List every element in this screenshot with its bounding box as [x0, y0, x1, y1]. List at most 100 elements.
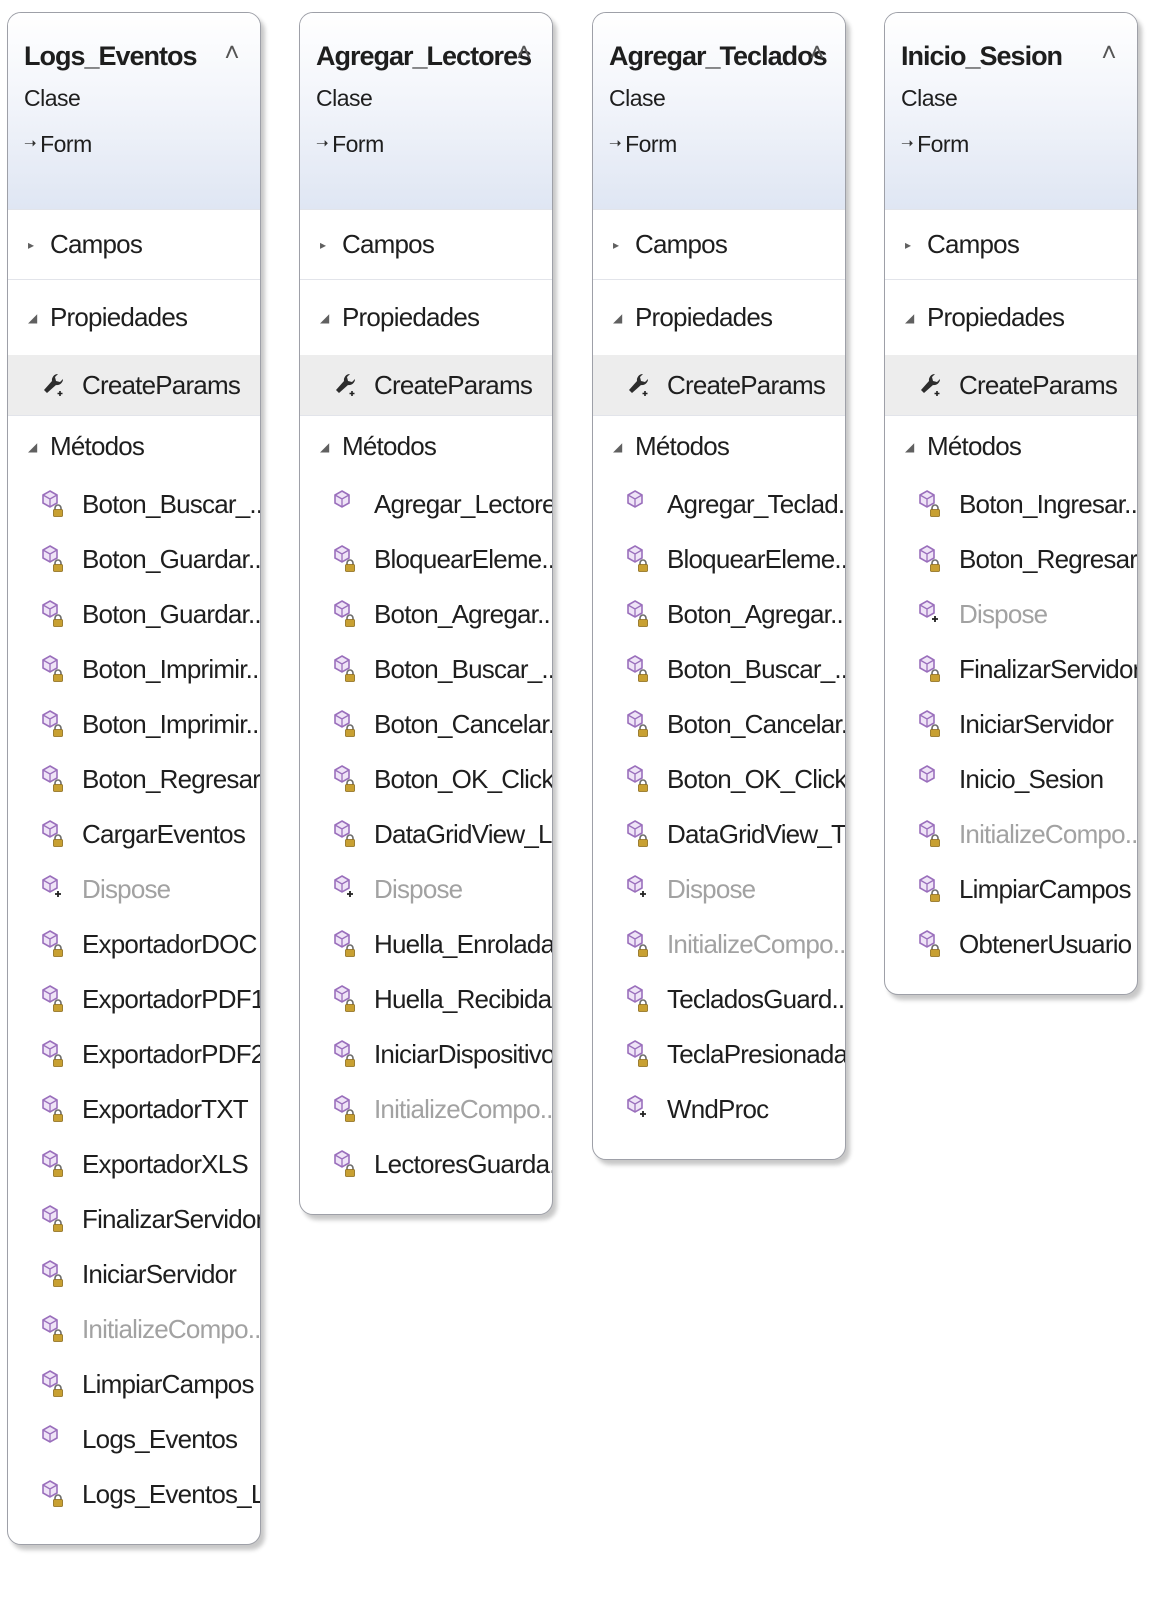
section-label: Propiedades	[50, 302, 188, 332]
method-item-teclapresionada[interactable]: TeclaPresionada	[593, 1027, 845, 1082]
section-label: Campos	[50, 229, 143, 259]
method-item-huella-recibida[interactable]: Huella_Recibida	[300, 972, 552, 1027]
class-card-logs-eventos[interactable]: Logs_Eventos ˄ Clase ➝ Form ▸ Campos ◢ Propiedad…	[7, 12, 261, 1545]
method-item-boton-buscar[interactable]: Boton_Buscar_...	[8, 477, 260, 532]
method-item-datagridview-t[interactable]: DataGridView_T...	[593, 807, 845, 862]
property-item[interactable]: CreateParams	[8, 355, 260, 415]
method-item-boton-ok-click[interactable]: Boton_OK_Click	[300, 752, 552, 807]
method-item-finalizarservidor[interactable]: FinalizarServidor	[885, 642, 1137, 697]
method-item-iniciarservidor[interactable]: IniciarServidor	[8, 1247, 260, 1302]
method-item-lectoresguarda[interactable]: LectoresGuarda...	[300, 1137, 552, 1192]
section-propiedades[interactable]: ◢ Propiedades	[885, 279, 1137, 355]
section-propiedades[interactable]: ◢ Propiedades	[593, 279, 845, 355]
section-campos[interactable]: ▸ Campos	[8, 209, 260, 279]
method-item-boton-cancelar[interactable]: Boton_Cancelar...	[300, 697, 552, 752]
method-label: ExportadorDOC	[82, 929, 257, 959]
method-item-cargareventos[interactable]: CargarEventos	[8, 807, 260, 862]
method-item-limpiarcampos[interactable]: LimpiarCampos	[8, 1357, 260, 1412]
class-header: Agregar_Teclados ˄ Clase ➝ Form	[593, 13, 845, 209]
section-metodos[interactable]: ◢ Métodos	[593, 415, 845, 477]
private-method-icon	[627, 764, 651, 795]
property-item[interactable]: CreateParams	[885, 355, 1137, 415]
class-header: Agregar_Lectores ˄ Clase ➝ Form	[300, 13, 552, 209]
method-item-exportadordoc[interactable]: ExportadorDOC	[8, 917, 260, 972]
method-item-initializecompo[interactable]: InitializeCompo...	[885, 807, 1137, 862]
collapse-chevron-icon[interactable]: ˄	[512, 37, 536, 67]
property-item[interactable]: CreateParams	[593, 355, 845, 415]
method-item-tecladosguard[interactable]: TecladosGuard...	[593, 972, 845, 1027]
method-item-boton-guardar[interactable]: Boton_Guardar...	[8, 587, 260, 642]
method-item-dispose[interactable]: Dispose	[8, 862, 260, 917]
method-item-exportadorxls[interactable]: ExportadorXLS	[8, 1137, 260, 1192]
class-card-agregar-teclados[interactable]: Agregar_Teclados ˄ Clase ➝ Form ▸ Campos ◢ Propi…	[592, 12, 846, 1160]
method-item-boton-guardar[interactable]: Boton_Guardar...	[8, 532, 260, 587]
method-item-iniciardispositivo[interactable]: IniciarDispositivo	[300, 1027, 552, 1082]
method-item-boton-cancelar[interactable]: Boton_Cancelar...	[593, 697, 845, 752]
private-method-icon	[919, 709, 943, 740]
section-metodos[interactable]: ◢ Métodos	[885, 415, 1137, 477]
protected-method-icon	[334, 874, 358, 905]
method-item-exportadorpdf2[interactable]: ExportadorPDF2	[8, 1027, 260, 1082]
private-method-icon	[334, 599, 358, 630]
method-item-boton-buscar[interactable]: Boton_Buscar_...	[593, 642, 845, 697]
private-method-icon	[42, 1039, 66, 1070]
method-item-boton-regresar[interactable]: Boton_Regresar...	[885, 532, 1137, 587]
method-item-boton-agregar[interactable]: Boton_Agregar...	[593, 587, 845, 642]
private-method-icon	[627, 709, 651, 740]
private-method-icon	[334, 1039, 358, 1070]
private-method-icon	[42, 1204, 66, 1235]
method-item-datagridview-l[interactable]: DataGridView_L...	[300, 807, 552, 862]
property-item[interactable]: CreateParams	[300, 355, 552, 415]
collapse-chevron-icon[interactable]: ˄	[1097, 37, 1121, 67]
section-propiedades[interactable]: ◢ Propiedades	[8, 279, 260, 355]
collapse-triangle-icon: ◢	[905, 439, 914, 454]
method-item-logs-eventos-l[interactable]: Logs_Eventos_L...	[8, 1467, 260, 1522]
section-campos[interactable]: ▸ Campos	[300, 209, 552, 279]
method-item-dispose[interactable]: Dispose	[300, 862, 552, 917]
method-item-initializecompo[interactable]: InitializeCompo...	[593, 917, 845, 972]
section-propiedades[interactable]: ◢ Propiedades	[300, 279, 552, 355]
class-card-inicio-sesion[interactable]: Inicio_Sesion ˄ Clase ➝ Form ▸ Campos ◢ Propieda…	[884, 12, 1138, 995]
method-item-bloqueareleme[interactable]: BloquearEleme...	[593, 532, 845, 587]
method-item-obtenerusuario[interactable]: ObtenerUsuario	[885, 917, 1137, 972]
method-item-iniciarservidor[interactable]: IniciarServidor	[885, 697, 1137, 752]
method-item-finalizarservidor[interactable]: FinalizarServidor	[8, 1192, 260, 1247]
method-item-initializecompo[interactable]: InitializeCompo...	[8, 1302, 260, 1357]
method-item-inicio-sesion[interactable]: Inicio_Sesion	[885, 752, 1137, 807]
method-item-agregar-teclad[interactable]: Agregar_Teclad...	[593, 477, 845, 532]
card-footer	[8, 1522, 260, 1544]
private-method-icon	[42, 489, 66, 520]
section-campos[interactable]: ▸ Campos	[593, 209, 845, 279]
class-kind: Clase	[901, 85, 958, 111]
method-item-exportadorpdf1[interactable]: ExportadorPDF1	[8, 972, 260, 1027]
method-label: Boton_Ingresar...	[959, 489, 1138, 519]
method-item-initializecompo[interactable]: InitializeCompo...	[300, 1082, 552, 1137]
method-item-boton-buscar[interactable]: Boton_Buscar_...	[300, 642, 552, 697]
method-item-bloqueareleme[interactable]: BloquearEleme...	[300, 532, 552, 587]
section-metodos[interactable]: ◢ Métodos	[8, 415, 260, 477]
section-metodos[interactable]: ◢ Métodos	[300, 415, 552, 477]
method-label: Logs_Eventos_L...	[82, 1479, 260, 1509]
collapse-chevron-icon[interactable]: ˄	[805, 37, 829, 67]
method-item-boton-ingresar[interactable]: Boton_Ingresar...	[885, 477, 1137, 532]
method-item-logs-eventos[interactable]: Logs_Eventos	[8, 1412, 260, 1467]
method-item-dispose[interactable]: Dispose	[593, 862, 845, 917]
method-label: Agregar_Teclad...	[667, 489, 846, 519]
private-method-icon	[919, 819, 943, 850]
method-item-boton-imprimir[interactable]: Boton_Imprimir...	[8, 697, 260, 752]
method-item-boton-agregar[interactable]: Boton_Agregar...	[300, 587, 552, 642]
class-card-agregar-lectores[interactable]: Agregar_Lectores ˄ Clase ➝ Form ▸ Campos ◢ Propi…	[299, 12, 553, 1215]
method-label: Huella_Enrolada	[374, 929, 553, 959]
method-item-exportadortxt[interactable]: ExportadorTXT	[8, 1082, 260, 1137]
method-item-boton-imprimir[interactable]: Boton_Imprimir...	[8, 642, 260, 697]
method-item-boton-regresar[interactable]: Boton_Regresar...	[8, 752, 260, 807]
wrench-icon	[334, 370, 358, 400]
method-item-limpiarcampos[interactable]: LimpiarCampos	[885, 862, 1137, 917]
collapse-chevron-icon[interactable]: ˄	[220, 37, 244, 67]
method-item-wndproc[interactable]: WndProc	[593, 1082, 845, 1137]
section-campos[interactable]: ▸ Campos	[885, 209, 1137, 279]
method-item-huella-enrolada[interactable]: Huella_Enrolada	[300, 917, 552, 972]
method-item-dispose[interactable]: Dispose	[885, 587, 1137, 642]
method-item-boton-ok-click[interactable]: Boton_OK_Click	[593, 752, 845, 807]
method-item-agregar-lectores[interactable]: Agregar_Lectores	[300, 477, 552, 532]
